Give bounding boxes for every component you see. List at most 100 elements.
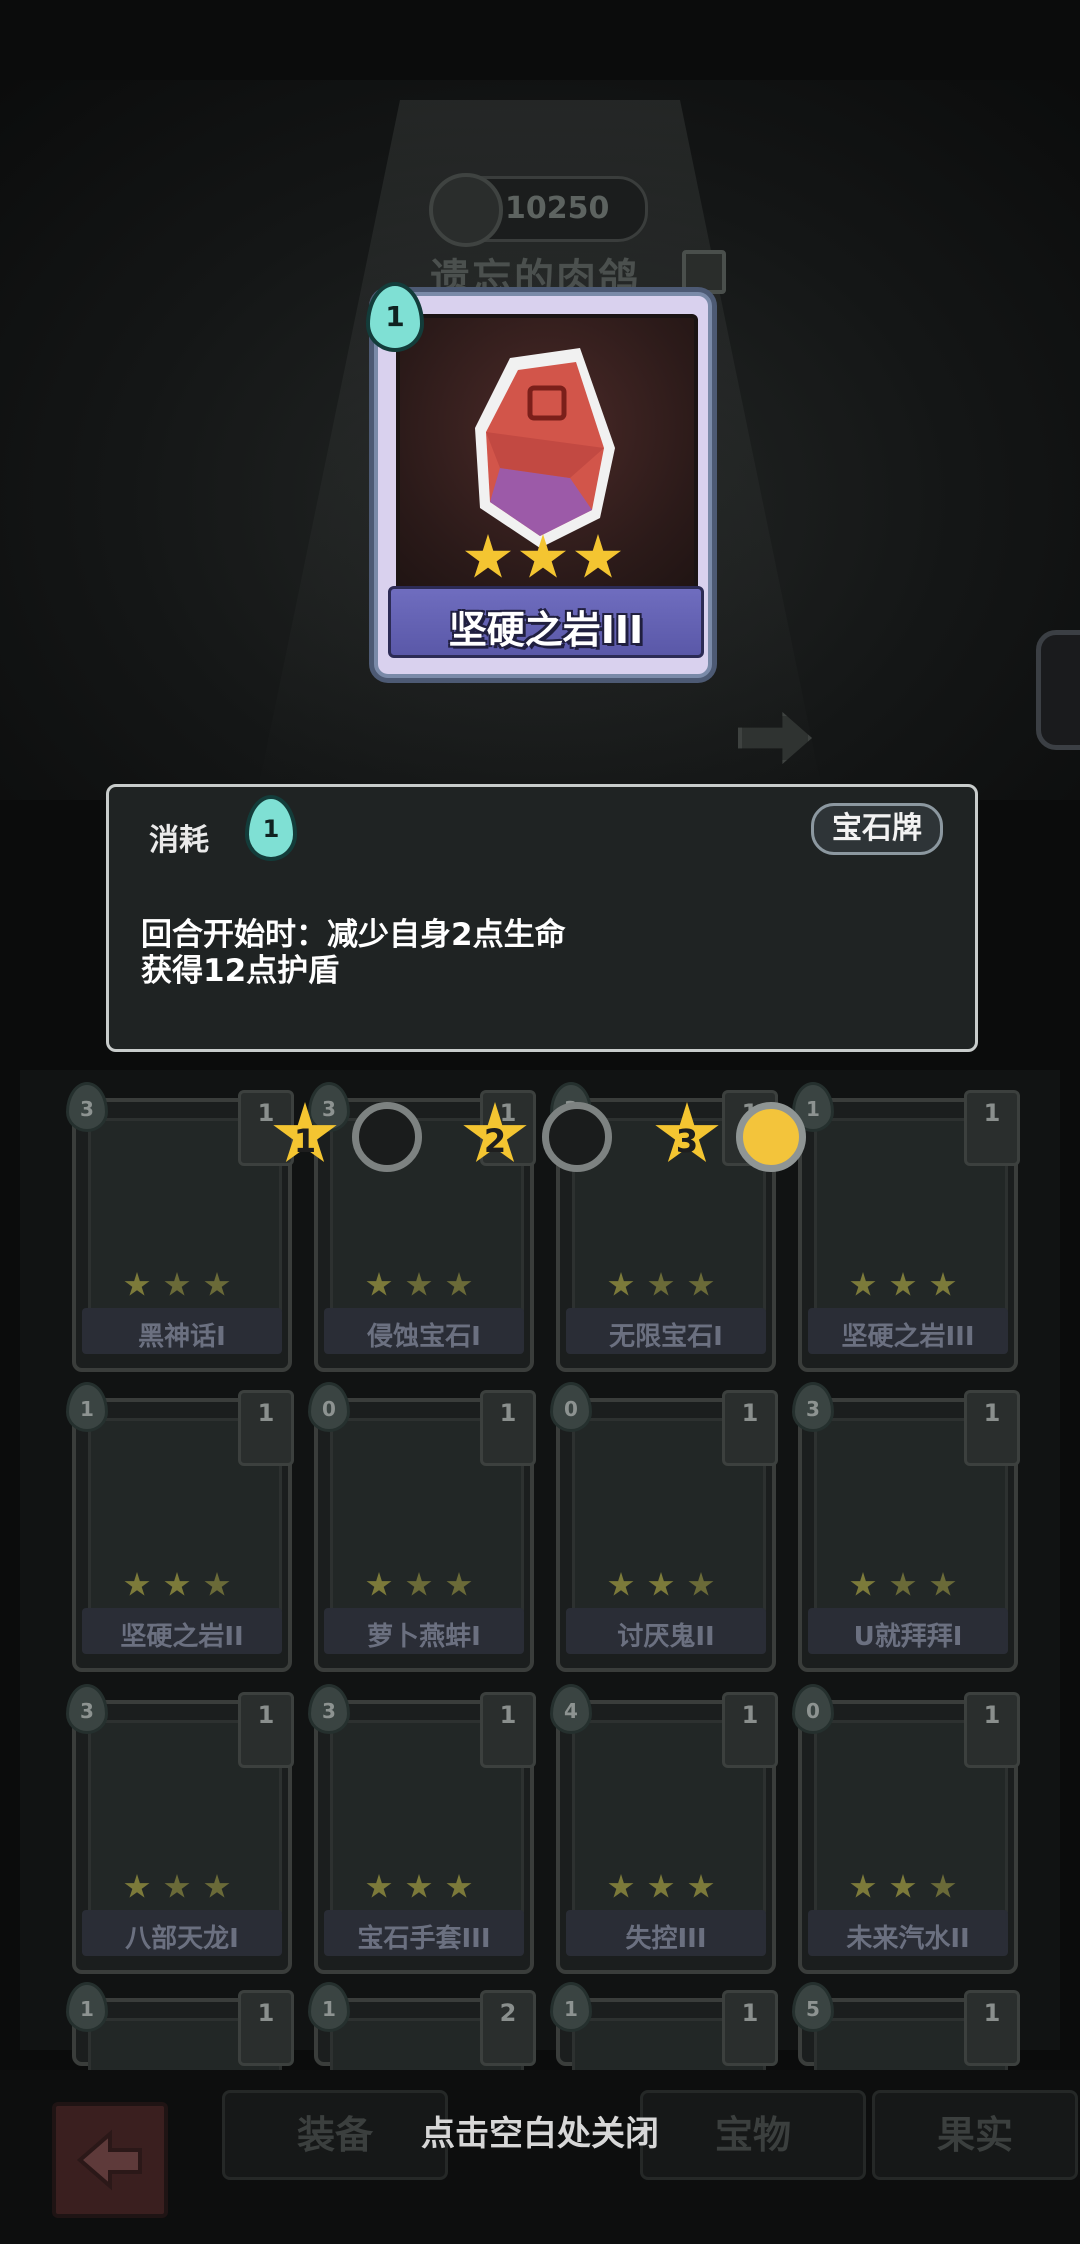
star-icon xyxy=(890,1272,916,1296)
star-icon xyxy=(930,1874,956,1898)
close-hint[interactable]: 点击空白处关闭 xyxy=(380,2106,700,2155)
card-name-bar: 讨厌鬼II xyxy=(566,1608,766,1654)
card-count: 1 xyxy=(238,1692,294,1768)
star-icon xyxy=(124,1874,150,1898)
card-stars xyxy=(850,1272,970,1300)
star-icon xyxy=(124,1272,150,1296)
coin-value: 10250 xyxy=(505,191,610,226)
level-2-radio[interactable] xyxy=(542,1102,612,1172)
star-icon xyxy=(124,1572,150,1596)
card-name: 坚硬之岩II xyxy=(120,1622,244,1652)
edit-icon[interactable] xyxy=(682,250,726,294)
star-icon xyxy=(850,1272,876,1296)
inventory-card[interactable]: 3 1 黑神话I xyxy=(66,1082,294,1372)
card-name: 侵蚀宝石I xyxy=(367,1322,481,1352)
inventory-card[interactable]: 3 1 八部天龙I xyxy=(66,1684,294,1974)
star-icon xyxy=(890,1874,916,1898)
star-icon xyxy=(204,1572,230,1596)
card-count: 1 xyxy=(480,1692,536,1768)
inventory-card[interactable]: 0 1 讨厌鬼II xyxy=(550,1382,778,1672)
star-icon xyxy=(688,1272,714,1296)
star-icon xyxy=(930,1272,956,1296)
star-icon xyxy=(608,1272,634,1296)
inventory-card[interactable]: 0 1 萝卜燕蚌I xyxy=(308,1382,536,1672)
star-icon xyxy=(406,1874,432,1898)
selected-card: 坚硬之岩III xyxy=(374,292,712,678)
card-name: 萝卜燕蚌I xyxy=(367,1622,481,1652)
inventory-card[interactable]: 1 1 坚硬之岩II xyxy=(66,1382,294,1672)
card-stars xyxy=(850,1572,970,1600)
card-name: 未来汽水II xyxy=(846,1924,970,1954)
card-cost: 1 xyxy=(385,300,405,333)
star-icon xyxy=(850,1572,876,1596)
description-line: 回合开始时：减少自身2点生命 xyxy=(141,917,566,953)
inventory-card[interactable]: 12 xyxy=(308,1982,536,2214)
level-label: 2 xyxy=(483,1122,507,1160)
card-count: 1 xyxy=(964,1090,1020,1166)
back-button[interactable] xyxy=(52,2102,168,2218)
card-name-bar: 失控III xyxy=(566,1910,766,1956)
star-icon xyxy=(648,1272,674,1296)
card-count: 2 xyxy=(480,1990,536,2066)
card-name-bar: 坚硬之岩III xyxy=(808,1308,1008,1354)
card-count: 1 xyxy=(964,1692,1020,1768)
star-icon xyxy=(164,1874,190,1898)
inventory-card[interactable]: 0 1 未来汽水II xyxy=(792,1684,1020,1974)
star-icon xyxy=(164,1572,190,1596)
card-name: 宝石手套III xyxy=(357,1924,491,1954)
description-line: 获得12点护盾 xyxy=(141,953,340,989)
side-panel-button[interactable] xyxy=(1036,630,1080,750)
card-stars xyxy=(366,1874,486,1902)
card-name-bar: 无限宝石I xyxy=(566,1308,766,1354)
card-stars xyxy=(124,1874,244,1902)
cost-flame-icon: 1 xyxy=(245,795,297,861)
card-name-bar: 坚硬之岩II xyxy=(82,1608,282,1654)
card-name: U就拜拜I xyxy=(853,1622,963,1652)
card-stars xyxy=(608,1874,728,1902)
card-name-bar: 八部天龙I xyxy=(82,1910,282,1956)
back-arrow-icon xyxy=(76,2129,142,2191)
inventory-card[interactable]: 11 xyxy=(550,1982,778,2214)
inventory-card[interactable]: 11 xyxy=(66,1982,294,2214)
card-stars xyxy=(366,1272,486,1300)
card-count: 1 xyxy=(480,1390,536,1466)
cost-value: 1 xyxy=(262,815,280,843)
card-detail-panel: 消耗 1 宝石牌 回合开始时：减少自身2点生命 获得12点护盾 xyxy=(106,784,978,1052)
star-icon xyxy=(648,1572,674,1596)
level-3-radio[interactable] xyxy=(736,1102,806,1172)
inventory-card[interactable]: 3 1 宝石手套III xyxy=(308,1684,536,1974)
card-stars xyxy=(608,1272,728,1300)
star-icon xyxy=(406,1572,432,1596)
card-count: 1 xyxy=(964,1390,1020,1466)
star-icon xyxy=(406,1272,432,1296)
level-label: 1 xyxy=(293,1122,317,1160)
inventory-card[interactable]: 51 xyxy=(792,1982,1020,2214)
card-stars xyxy=(124,1272,244,1300)
card-name: 黑神话I xyxy=(138,1322,226,1352)
card-stars xyxy=(124,1572,244,1600)
card-title-bar: 坚硬之岩III xyxy=(388,586,704,658)
inventory-card[interactable]: 3 1 U就拜拜I xyxy=(792,1382,1020,1672)
inventory-card[interactable]: 1 1 坚硬之岩III xyxy=(792,1082,1020,1372)
star-icon xyxy=(366,1272,392,1296)
card-stars xyxy=(366,1572,486,1600)
star-icon xyxy=(446,1874,472,1898)
card-name-bar: 宝石手套III xyxy=(324,1910,524,1956)
card-name: 讨厌鬼II xyxy=(617,1622,715,1652)
star-icon xyxy=(930,1572,956,1596)
card-count: 1 xyxy=(722,1990,778,2066)
star-icon xyxy=(890,1572,916,1596)
level-1-radio[interactable] xyxy=(352,1102,422,1172)
card-count: 1 xyxy=(722,1692,778,1768)
card-count: 1 xyxy=(722,1390,778,1466)
card-type-badge: 宝石牌 xyxy=(811,803,943,855)
card-name-bar: U就拜拜I xyxy=(808,1608,1008,1654)
star-icon xyxy=(366,1874,392,1898)
inventory-card[interactable]: 4 1 失控III xyxy=(550,1684,778,1974)
card-name-bar: 未来汽水II xyxy=(808,1910,1008,1956)
level-label: 3 xyxy=(675,1122,699,1160)
tab-fruit[interactable]: 果实 xyxy=(872,2090,1078,2180)
card-name: 八部天龙I xyxy=(125,1924,239,1954)
card-name: 坚硬之岩III xyxy=(448,608,644,652)
coin-icon xyxy=(429,173,503,247)
